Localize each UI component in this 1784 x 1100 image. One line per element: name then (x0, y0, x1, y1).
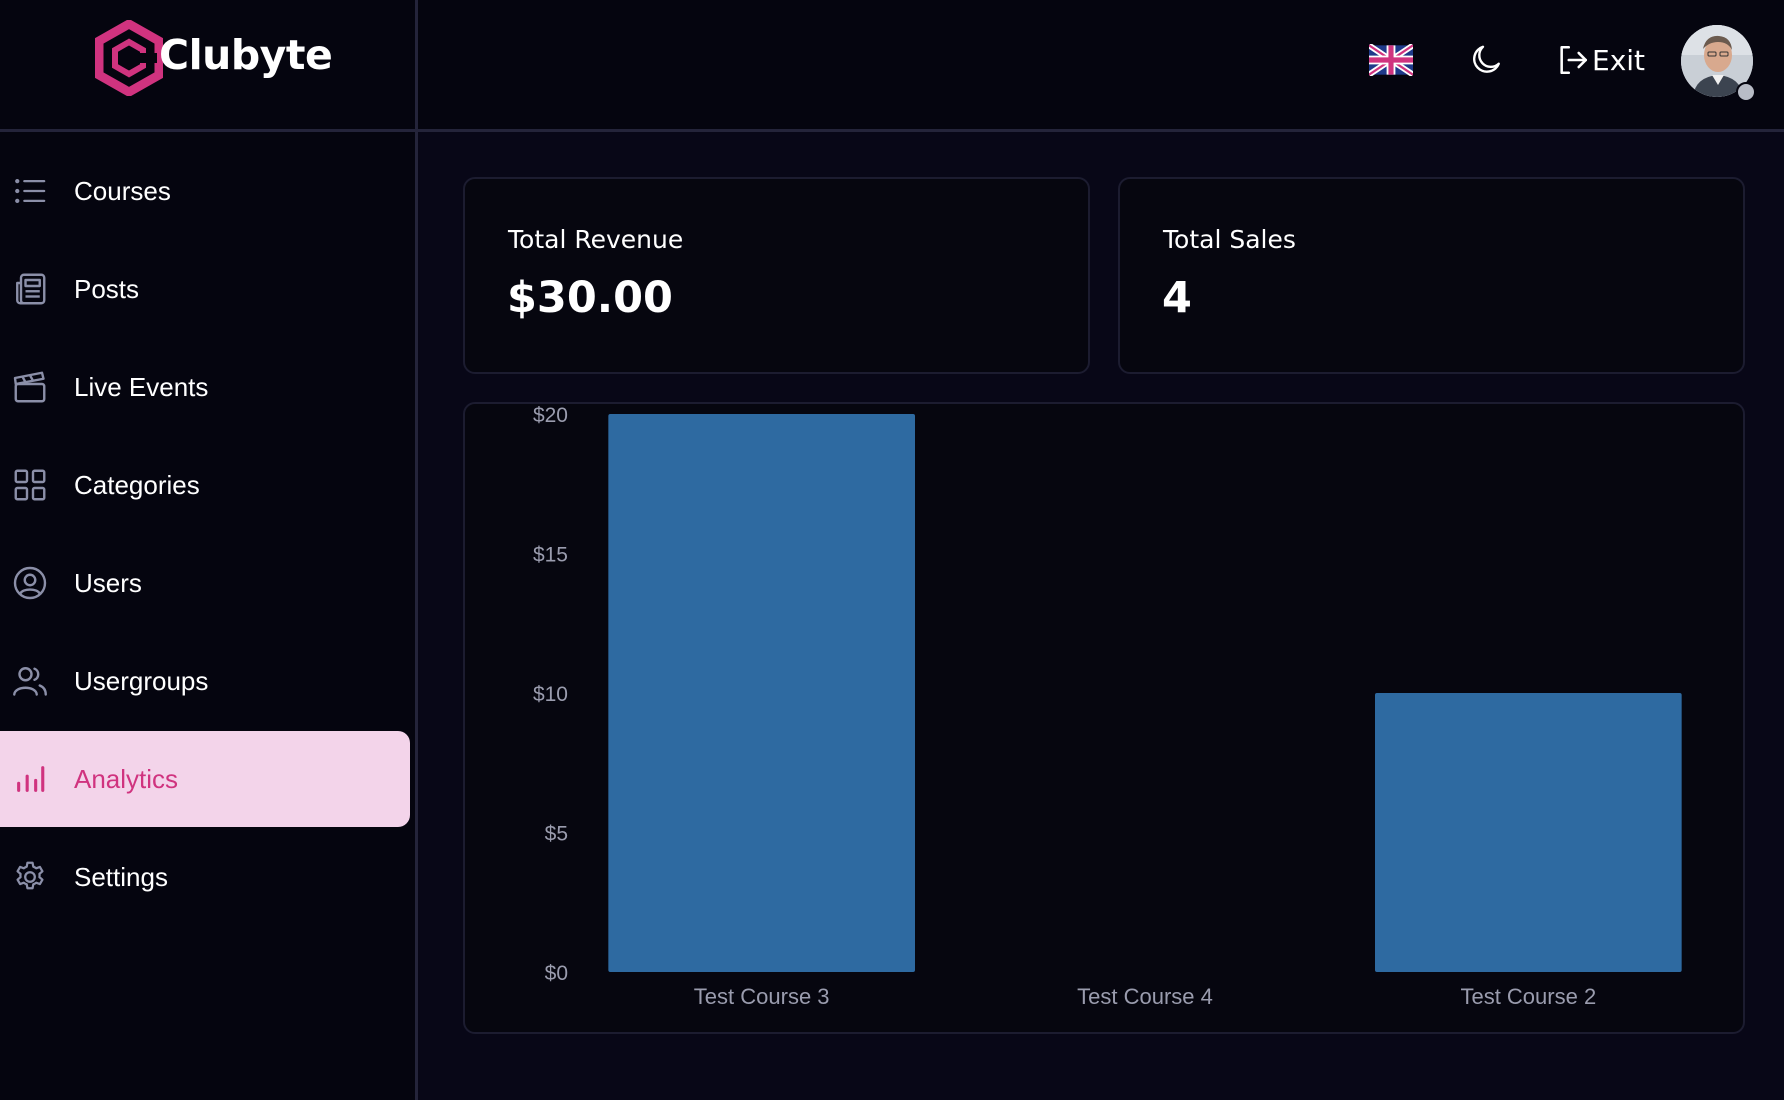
x-tick-label: Test Course 3 (694, 984, 830, 1009)
y-tick-label: $20 (533, 404, 568, 427)
status-dot (1736, 82, 1756, 102)
clubyte-logo-icon (95, 20, 163, 96)
total-sales-card: Total Sales 4 (1118, 177, 1745, 374)
x-tick-label: Test Course 4 (1077, 984, 1213, 1009)
sidebar: Clubyte Courses Posts Live Events Catego… (0, 0, 418, 1100)
y-tick-label: $15 (533, 544, 568, 567)
exit-button[interactable]: Exit (1556, 43, 1645, 77)
total-revenue-label: Total Revenue (508, 225, 684, 254)
y-tick-label: $5 (545, 823, 568, 846)
sidebar-item-label: Users (74, 567, 142, 598)
user-circle-icon (12, 565, 48, 601)
total-sales-label: Total Sales (1163, 225, 1296, 254)
sidebar-item-label: Settings (74, 861, 168, 892)
sidebar-item-posts[interactable]: Posts (0, 241, 410, 337)
sidebar-item-analytics[interactable]: Analytics (0, 731, 410, 827)
uk-flag-icon[interactable] (1369, 44, 1413, 76)
exit-label: Exit (1592, 43, 1646, 77)
sidebar-item-label: Live Events (74, 371, 209, 402)
sidebar-item-label: Posts (74, 273, 140, 304)
revenue-bar-chart: $0 $5 $10 $15 $20 Test Course 3 Test Course 4 T… (533, 404, 1682, 1009)
logout-icon (1560, 45, 1588, 75)
newspaper-icon (12, 271, 48, 307)
chart-bar[interactable] (608, 414, 915, 972)
gear-icon (12, 859, 48, 895)
sidebar-item-label: Analytics (74, 763, 179, 794)
sidebar-item-users[interactable]: Users (0, 535, 410, 631)
sidebar-item-usergroups[interactable]: Usergroups (0, 633, 410, 729)
y-tick-label: $10 (533, 683, 568, 706)
bar-chart-icon (12, 761, 48, 797)
x-tick-label: Test Course 2 (1460, 984, 1596, 1009)
sidebar-item-live-events[interactable]: Live Events (0, 339, 410, 435)
brand[interactable]: Clubyte (0, 0, 415, 132)
total-sales-value: 4 (1162, 273, 1192, 323)
grid-icon (12, 467, 48, 503)
chart-bar[interactable] (1375, 693, 1682, 972)
users-icon (12, 663, 48, 699)
total-revenue-value: $30.00 (507, 273, 673, 323)
sidebar-item-courses[interactable]: Courses (0, 143, 410, 239)
clapperboard-icon (12, 369, 48, 405)
moon-icon[interactable] (1468, 42, 1504, 78)
sidebar-item-label: Courses (74, 175, 171, 206)
sidebar-item-label: Categories (74, 469, 200, 500)
sidebar-item-label: Usergroups (74, 665, 209, 696)
sidebar-item-settings[interactable]: Settings (0, 829, 410, 925)
y-tick-label: $0 (545, 962, 568, 985)
brand-name: Clubyte (159, 31, 333, 79)
top-bar: Exit (418, 0, 1784, 132)
revenue-chart-card: $0 $5 $10 $15 $20 Test Course 3 Test Course 4 T… (463, 402, 1745, 1034)
list-icon (12, 173, 48, 209)
sidebar-item-categories[interactable]: Categories (0, 437, 410, 533)
total-revenue-card: Total Revenue $30.00 (463, 177, 1090, 374)
